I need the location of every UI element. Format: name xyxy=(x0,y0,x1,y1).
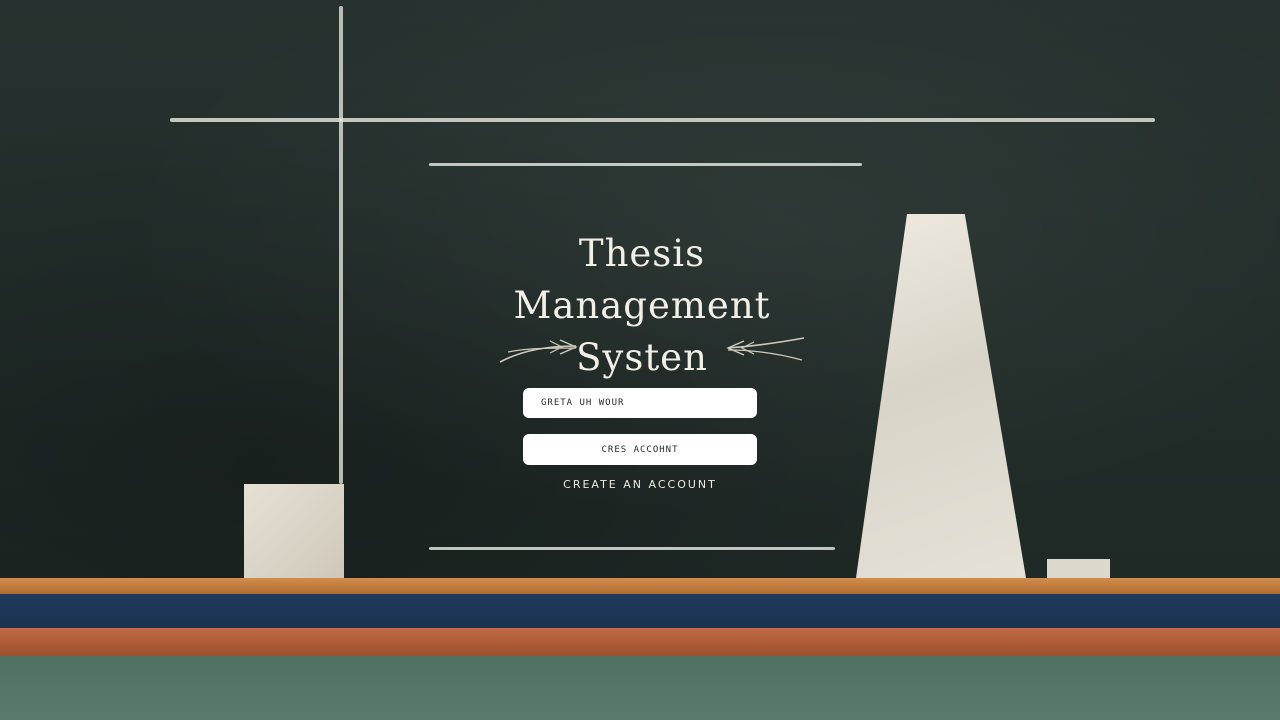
chalk-ledge-top xyxy=(0,578,1280,594)
chalk-ledge-bottom xyxy=(0,628,1280,656)
chalk-small-block xyxy=(1047,559,1110,578)
chalk-line-bottom-center xyxy=(429,547,835,550)
title-line-1: Thesis xyxy=(578,232,706,275)
create-account-link[interactable]: CREATE AN ACCOUNT xyxy=(523,478,757,491)
text-input-value: GRETA UH WOUR xyxy=(541,398,625,408)
floor-area xyxy=(0,656,1280,720)
right-arrow-ornament-icon xyxy=(726,337,805,361)
chalk-line-upper-center xyxy=(429,163,862,166)
chalk-ledge-band xyxy=(0,594,1280,628)
left-arrow-ornament-icon xyxy=(499,339,578,363)
chalk-block-shape xyxy=(244,484,344,578)
chalk-line-top xyxy=(170,118,1155,122)
chalk-line-vertical xyxy=(339,6,343,484)
create-account-button[interactable]: CRES ACCOHNT xyxy=(523,434,757,465)
text-input-field[interactable]: GRETA UH WOUR xyxy=(523,388,757,418)
title-line-2: Management xyxy=(513,284,771,327)
